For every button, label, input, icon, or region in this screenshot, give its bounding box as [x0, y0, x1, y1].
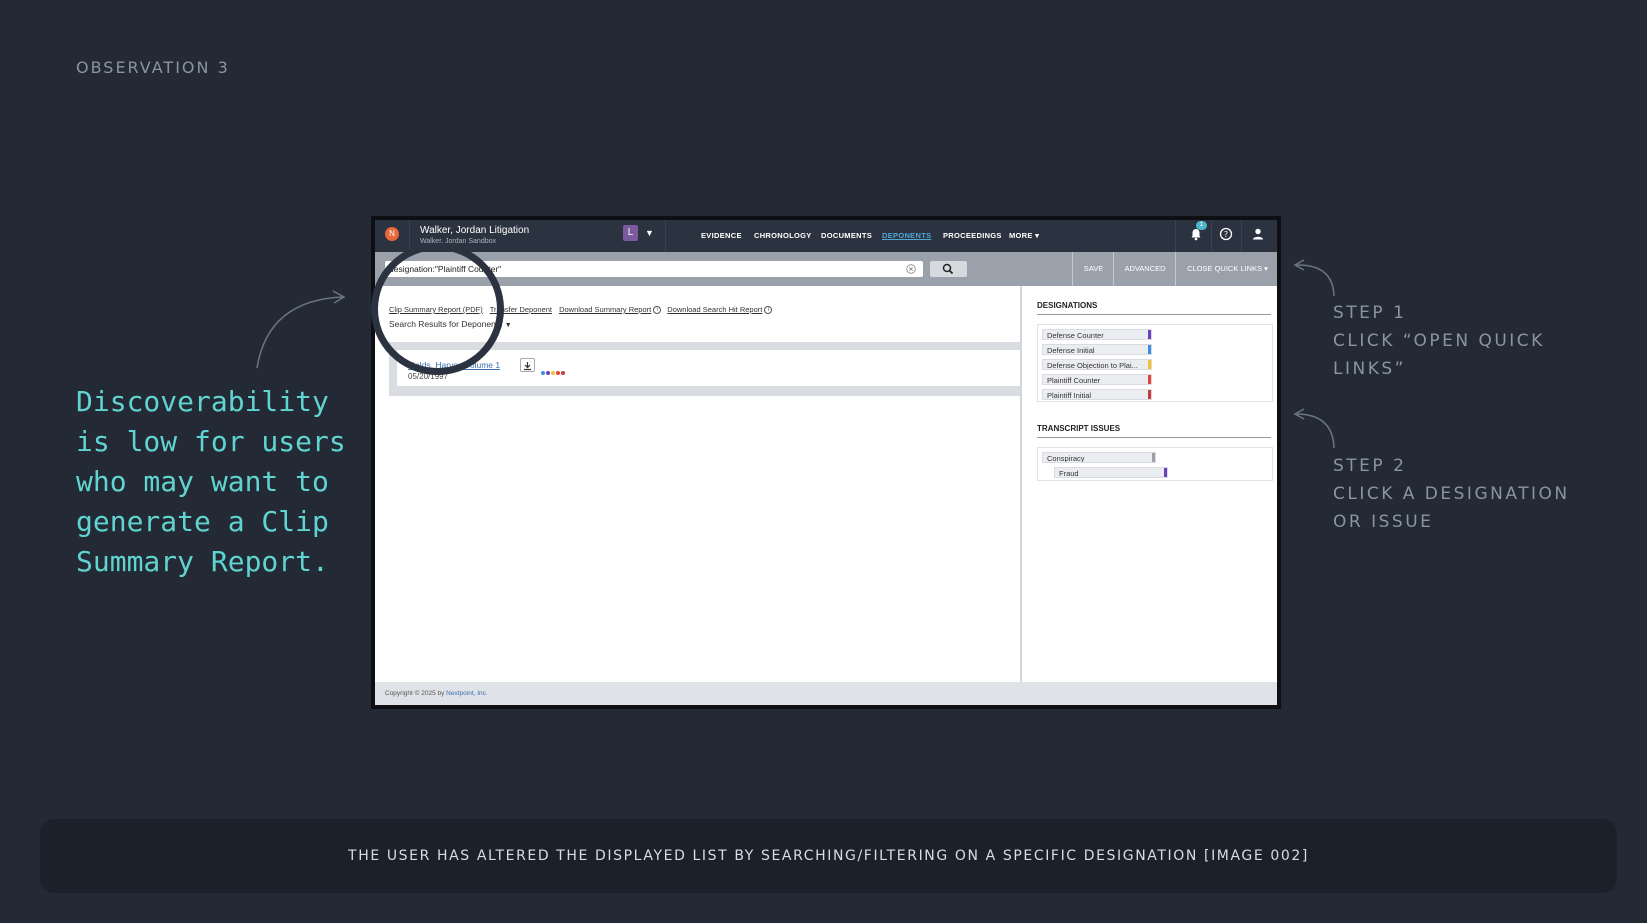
color-bar	[1148, 345, 1151, 354]
step-1-text: CLICK “OPEN QUICK LINKS”	[1333, 331, 1545, 379]
designation-plaintiff-counter[interactable]: Plaintiff Counter	[1042, 374, 1152, 385]
designations-title: DESIGNATIONS	[1037, 301, 1098, 310]
color-bar	[1152, 453, 1155, 462]
color-bar	[1164, 468, 1167, 477]
color-bar	[1148, 360, 1151, 369]
left-note: Discoverability is low for users who may…	[76, 385, 346, 578]
arrow-step2	[1295, 413, 1335, 449]
search-bar: designation:"Plaintiff Counter" SAVE ADV…	[375, 252, 1277, 286]
designation-defense-initial[interactable]: Defense Initial	[1042, 344, 1152, 355]
notification-count: 1	[1196, 221, 1207, 230]
caption-box: THE USER HAS ALTERED THE DISPLAYED LIST …	[40, 819, 1617, 893]
footer-text: Copyright © 2025 by Nextpoint, Inc.	[385, 690, 488, 697]
nextpoint-logo-icon[interactable]: N	[385, 227, 399, 241]
download-search-hit-report-link[interactable]: Download Search Hit Report	[667, 305, 762, 314]
footer: Copyright © 2025 by Nextpoint, Inc.	[375, 682, 1277, 705]
designation-label: Defense Objection to Plai...	[1047, 361, 1138, 370]
nav-chronology[interactable]: CHRONOLOGY	[754, 231, 812, 240]
dot-plaintiff-initial	[561, 371, 565, 375]
caption-text: THE USER HAS ALTERED THE DISPLAYED LIST …	[348, 848, 1309, 864]
nav-evidence[interactable]: EVIDENCE	[701, 231, 742, 240]
issue-fraud[interactable]: Fraud	[1054, 467, 1168, 478]
step-1-title: STEP 1	[1333, 303, 1407, 323]
color-bar	[1148, 390, 1151, 399]
dot-defense-objection	[551, 371, 555, 375]
designation-label: Defense Initial	[1047, 346, 1095, 355]
chevron-down-icon: ▼	[504, 322, 512, 329]
copyright-text: Copyright © 2025 by	[385, 690, 447, 697]
app-screenshot: N Walker, Jordan Litigation Walker, Jord…	[371, 216, 1281, 709]
step-1: STEP 1 CLICK “OPEN QUICK LINKS”	[1333, 299, 1593, 383]
dot-plaintiff-counter	[556, 371, 560, 375]
list-item: Fields, Harvey Volume 1 05/20/1997	[397, 350, 1020, 386]
designation-plaintiff-initial[interactable]: Plaintiff Initial	[1042, 389, 1152, 400]
help-icon[interactable]: ?	[1219, 227, 1233, 241]
nav-proceedings[interactable]: PROCEEDINGS	[943, 231, 1002, 240]
case-switcher-caret-icon[interactable]: ▼	[645, 228, 654, 238]
download-icon[interactable]	[520, 358, 535, 372]
designation-dots	[541, 362, 566, 380]
arrow-step1	[1295, 264, 1335, 297]
save-button[interactable]: SAVE	[1072, 252, 1114, 286]
svg-text:?: ?	[1224, 230, 1228, 239]
transcript-issues-list: Conspiracy Fraud	[1037, 447, 1273, 481]
user-badge[interactable]: L	[623, 225, 638, 241]
designations-list: Defense Counter Defense Initial Defense …	[1037, 324, 1273, 402]
search-button[interactable]	[930, 261, 967, 277]
designation-defense-objection[interactable]: Defense Objection to Plai...	[1042, 359, 1152, 370]
download-arrow-icon	[524, 362, 531, 371]
issue-label: Conspiracy	[1047, 454, 1085, 463]
nextpoint-link[interactable]: Nextpoint, Inc.	[446, 690, 488, 697]
designation-label: Plaintiff Counter	[1047, 376, 1101, 385]
user-profile-icon[interactable]	[1251, 227, 1265, 241]
designation-label: Plaintiff Initial	[1047, 391, 1092, 400]
issue-conspiracy[interactable]: Conspiracy	[1042, 452, 1156, 463]
step-2-title: STEP 2	[1333, 456, 1407, 476]
issue-label: Fraud	[1059, 469, 1079, 478]
nav-documents[interactable]: DOCUMENTS	[821, 231, 872, 240]
transcript-issues-title: TRANSCRIPT ISSUES	[1037, 424, 1121, 433]
download-summary-report-link[interactable]: Download Summary Report	[559, 305, 651, 314]
info-icon[interactable]: i	[764, 306, 773, 315]
color-bar	[1148, 375, 1151, 384]
designation-label: Defense Counter	[1047, 331, 1104, 340]
observation-label: OBSERVATION 3	[76, 58, 230, 77]
quick-links-panel: DESIGNATIONS Defense Counter Defense Ini…	[1020, 286, 1277, 682]
clear-search-icon[interactable]	[906, 264, 916, 274]
designation-defense-counter[interactable]: Defense Counter	[1042, 329, 1152, 340]
search-icon	[942, 263, 954, 275]
step-2-text: CLICK A DESIGNATION OR ISSUE	[1333, 484, 1570, 532]
color-bar	[1148, 330, 1151, 339]
highlight-circle	[371, 243, 504, 375]
dot-defense-counter	[546, 371, 550, 375]
nav-more[interactable]: MORE ▾	[1009, 231, 1039, 240]
advanced-button[interactable]: ADVANCED	[1113, 252, 1176, 286]
case-title[interactable]: Walker, Jordan Litigation	[420, 225, 529, 236]
step-2: STEP 2 CLICK A DESIGNATION OR ISSUE	[1333, 452, 1593, 536]
close-quick-links-button[interactable]: CLOSE QUICK LINKS ▾	[1175, 252, 1277, 286]
top-navigation: N Walker, Jordan Litigation Walker, Jord…	[375, 220, 1277, 252]
arrow-to-screenshot	[256, 296, 344, 369]
dot-defense-initial	[541, 371, 545, 375]
info-icon[interactable]: i	[653, 306, 662, 315]
nav-deponents[interactable]: DEPONENTS	[882, 231, 931, 240]
